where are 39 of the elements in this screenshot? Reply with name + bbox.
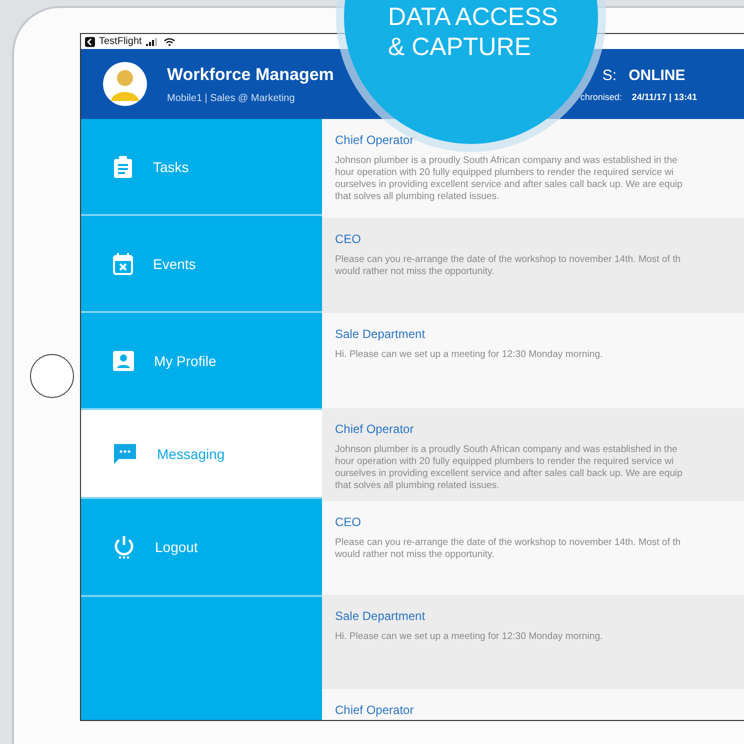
message-text: Johnson plumber is a proudly South African company and was established in the hour operation with 20 fully equipped plumbers to render the required service wi ourselves in providing excellent service and after sales call back up. We are equip that solves all plumbing related issues. [335, 444, 683, 492]
calendar-icon [113, 252, 133, 274]
app-title: Workforce Managem [167, 64, 334, 84]
message-sender: CEO [335, 232, 362, 246]
message-item[interactable]: Sale Department Hi. Please can we set up a meeting for 12:30 Monday morning. [322, 313, 744, 408]
message-text: Please can you re-arrange the date of the workshop to november 14th. Most of th would rather not miss the opportunity. [335, 254, 681, 278]
message-text: Hi. Please can we set up a meeting for 12:30 Monday morning. [335, 631, 603, 643]
user-info: Mobile1 | Sales @ Marketing [167, 92, 296, 104]
message-sender: Chief Operator [335, 703, 414, 717]
chat-icon [113, 442, 137, 464]
badge-text: DATA ACCESS [388, 2, 558, 32]
message-sender: Sale Department [335, 327, 426, 341]
power-icon [113, 535, 135, 559]
message-item[interactable]: Sale Department Hi. Please can we set up a meeting for 12:30 Monday morning. [322, 595, 744, 689]
status-value: ONLINE [628, 66, 686, 84]
clipboard-icon [113, 156, 133, 178]
message-item[interactable]: CEO Please can you re-arrange the date of the workshop to november 14th. Most of th would rather not miss the opportunity. [322, 218, 744, 313]
back-icon[interactable] [85, 36, 95, 46]
message-text: Johnson plumber is a proudly South African company and was established in the hour operation with 20 fully equipped plumbers to render the required service wi ourselves in providing excellent service and after sales call back up. We are equip that solves all plumbing related issues. [335, 155, 683, 203]
wifi-icon [164, 38, 175, 46]
message-sender: Sale Department [335, 609, 426, 623]
nav-item[interactable]: Messaging [81, 410, 322, 499]
sync-label: chronised: [580, 92, 622, 102]
message-sender: CEO [335, 515, 362, 529]
message-text: Please can you re-arrange the date of the workshop to november 14th. Most of th would rather not miss the opportunity. [335, 537, 681, 561]
message-text: Hi. Please can we set up a meeting for 12:30 Monday morning. [335, 349, 603, 361]
status-label: S: [602, 66, 617, 84]
badge-text: & CAPTURE [388, 32, 532, 62]
app-name: TestFlight [99, 36, 142, 47]
message-item[interactable] [322, 408, 744, 501]
message-item[interactable]: Chief Operator [322, 689, 744, 720]
signal-icon [146, 38, 160, 46]
home-button[interactable] [30, 354, 74, 398]
profile-icon [113, 350, 134, 370]
message-sender: Chief Operator [335, 133, 414, 147]
message-sender: Chief Operator [335, 422, 414, 436]
person-silhouette-icon [110, 67, 140, 101]
sync-time: 24/11/17 | 13:41 [632, 92, 697, 102]
message-item[interactable]: CEO Please can you re-arrange the date of the workshop to november 14th. Most of th would rather not miss the opportunity. [322, 501, 744, 595]
